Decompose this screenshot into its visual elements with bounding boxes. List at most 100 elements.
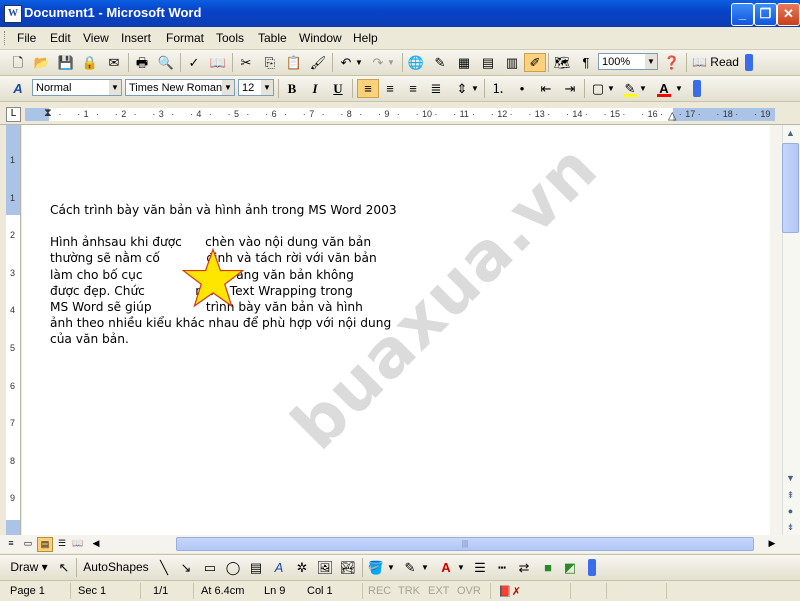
- toolbar-options-icon[interactable]: [693, 80, 701, 97]
- hyperlink-icon[interactable]: 🌐: [406, 53, 426, 72]
- rectangle-icon[interactable]: ▭: [200, 558, 220, 577]
- font-color-icon[interactable]: A: [654, 79, 674, 98]
- star-shape-fill[interactable]: [182, 248, 244, 308]
- drawing-font-color-dropdown-icon[interactable]: ▼: [456, 558, 466, 577]
- drawing-font-color-icon[interactable]: A: [436, 558, 456, 577]
- menu-edit[interactable]: Edit: [50, 31, 71, 45]
- numbering-icon[interactable]: ⒈: [488, 79, 508, 98]
- minimize-button[interactable]: _: [731, 3, 754, 26]
- font-select[interactable]: Times New Roman ▼: [125, 79, 235, 96]
- reading-layout-icon[interactable]: 📖: [71, 537, 85, 550]
- previous-page-icon[interactable]: ⇞: [782, 487, 799, 503]
- indent-marker-icon[interactable]: ⧗: [44, 107, 52, 120]
- justify-icon[interactable]: ≣: [426, 79, 446, 98]
- scroll-right-icon[interactable]: ▶: [765, 537, 779, 550]
- drawing-icon[interactable]: ✐: [524, 53, 546, 72]
- research-icon[interactable]: 📖: [208, 53, 228, 72]
- font-size-dropdown-icon[interactable]: ▼: [261, 80, 273, 95]
- outside-border-icon[interactable]: ▢: [588, 79, 608, 98]
- columns-icon[interactable]: ▥: [502, 53, 522, 72]
- font-size-select[interactable]: 12 ▼: [238, 79, 274, 96]
- save-icon[interactable]: 💾: [56, 53, 76, 72]
- select-objects-icon[interactable]: ↖: [54, 558, 74, 577]
- star-shape[interactable]: [182, 248, 244, 308]
- new-document-icon[interactable]: 🗋: [8, 53, 28, 72]
- italic-button[interactable]: I: [305, 79, 325, 98]
- bold-button[interactable]: B: [282, 79, 302, 98]
- read-button[interactable]: 📖 Read: [692, 53, 739, 72]
- print-preview-icon[interactable]: 🔍: [156, 53, 176, 72]
- paste-icon[interactable]: 📋: [284, 53, 304, 72]
- document-map-icon[interactable]: 🗺: [552, 53, 572, 72]
- status-trk[interactable]: TRK: [398, 585, 420, 597]
- line-color-dropdown-icon[interactable]: ▼: [420, 558, 430, 577]
- document-heading[interactable]: Cách trình bày văn bản và hình ảnh trong…: [50, 202, 433, 218]
- line-style-icon[interactable]: ☰: [470, 558, 490, 577]
- arrow-style-icon[interactable]: ⇄: [514, 558, 534, 577]
- draw-menu-button[interactable]: Draw ▾: [8, 558, 50, 577]
- undo-icon[interactable]: ↶: [336, 53, 356, 72]
- highlight-icon[interactable]: ✎: [620, 79, 640, 98]
- insert-table-icon[interactable]: ▦: [454, 53, 474, 72]
- horizontal-scroll-thumb[interactable]: |||: [176, 537, 754, 551]
- align-center-icon[interactable]: ≡: [380, 79, 400, 98]
- next-page-icon[interactable]: ⇟: [782, 519, 799, 535]
- increase-indent-icon[interactable]: ⇥: [560, 79, 580, 98]
- menu-insert[interactable]: Insert: [121, 31, 151, 45]
- font-dropdown-icon[interactable]: ▼: [222, 80, 234, 95]
- line-spacing-dropdown-icon[interactable]: ▼: [470, 79, 480, 98]
- print-layout-icon[interactable]: ▤: [37, 537, 53, 552]
- insert-picture-icon[interactable]: 🏞: [338, 558, 358, 577]
- close-window-button[interactable]: ✕: [777, 3, 800, 26]
- horizontal-ruler[interactable]: L 1 2 3 4 5 6 7 8 9 10 11 12 13 14 15 16 17 18 19 · · · · · · · · ·…: [0, 104, 800, 125]
- vertical-ruler[interactable]: 1 1 2 3 4 5 6 7 8 9: [6, 125, 21, 535]
- border-dropdown-icon[interactable]: ▼: [606, 79, 616, 98]
- highlight-dropdown-icon[interactable]: ▼: [638, 79, 648, 98]
- menu-table[interactable]: Table: [258, 31, 287, 45]
- status-rec[interactable]: REC: [368, 585, 391, 597]
- decrease-indent-icon[interactable]: ⇤: [536, 79, 556, 98]
- toolbar-options-icon[interactable]: [588, 559, 596, 576]
- zoom-dropdown-icon[interactable]: ▼: [645, 54, 657, 69]
- line-color-icon[interactable]: ✎: [400, 558, 420, 577]
- open-icon[interactable]: 📂: [32, 53, 52, 72]
- toolbar-options-icon[interactable]: [745, 54, 753, 71]
- autoshapes-menu-button[interactable]: AutoShapes ▾: [80, 558, 152, 593]
- show-hide-icon[interactable]: ¶: [576, 53, 596, 72]
- web-layout-icon[interactable]: ▭: [21, 537, 35, 550]
- oval-icon[interactable]: ◯: [223, 558, 243, 577]
- menu-view[interactable]: View: [83, 31, 109, 45]
- dash-style-icon[interactable]: ┅: [492, 558, 512, 577]
- clip-art-icon[interactable]: 🖼: [315, 558, 335, 577]
- tables-borders-icon[interactable]: ✎: [430, 53, 450, 72]
- word-app-icon[interactable]: W: [4, 5, 22, 23]
- arrow-icon[interactable]: ↘: [176, 558, 196, 577]
- maximize-button[interactable]: ❐: [754, 3, 777, 26]
- undo-dropdown-icon[interactable]: ▼: [354, 53, 364, 72]
- zoom-select[interactable]: 100% ▼: [598, 53, 658, 70]
- spelling-status-icon[interactable]: 📕✗: [498, 585, 521, 598]
- outline-view-icon[interactable]: ☰: [55, 537, 69, 550]
- status-ext[interactable]: EXT: [428, 585, 449, 597]
- email-icon[interactable]: ✉: [104, 53, 124, 72]
- align-right-icon[interactable]: ≡: [403, 79, 423, 98]
- tab-selector[interactable]: L: [6, 107, 21, 122]
- font-color-dropdown-icon[interactable]: ▼: [674, 79, 684, 98]
- menu-tools[interactable]: Tools: [216, 31, 244, 45]
- redo-dropdown-icon[interactable]: ▼: [386, 53, 396, 72]
- menu-format[interactable]: Format: [166, 31, 204, 45]
- print-icon[interactable]: 🖶: [132, 53, 152, 72]
- diagram-icon[interactable]: ✲: [292, 558, 312, 577]
- insert-excel-icon[interactable]: ▤: [478, 53, 498, 72]
- vertical-scroll-thumb[interactable]: [782, 143, 799, 233]
- help-icon[interactable]: ❓: [662, 53, 682, 72]
- select-browse-object-icon[interactable]: ●: [782, 503, 799, 519]
- style-select[interactable]: Normal ▼: [32, 79, 122, 96]
- document-area[interactable]: Cách trình bày văn bản và hình ảnh trong…: [22, 125, 770, 537]
- cut-icon[interactable]: ✂: [236, 53, 256, 72]
- scroll-left-icon[interactable]: ◀: [89, 537, 103, 550]
- text-box-icon[interactable]: ▤: [246, 558, 266, 577]
- styles-formatting-icon[interactable]: A: [8, 79, 28, 98]
- 3d-style-icon[interactable]: ◩: [560, 558, 580, 577]
- fill-color-icon[interactable]: 🪣: [366, 558, 386, 577]
